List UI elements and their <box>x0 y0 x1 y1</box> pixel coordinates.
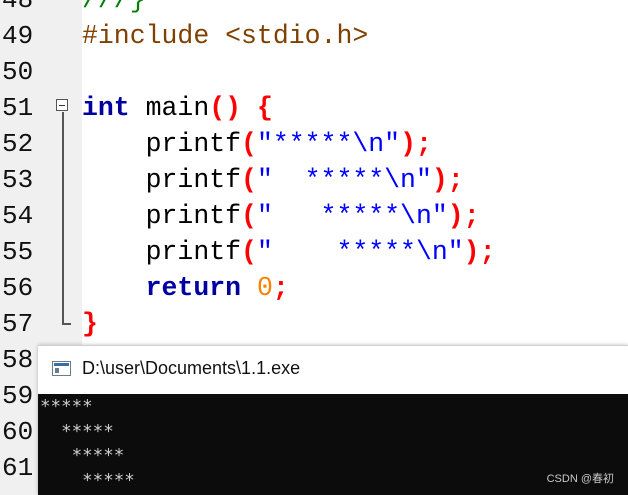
code-token-default: printf <box>82 129 242 159</box>
code-token-default: printf <box>82 165 242 195</box>
code-line[interactable]: ///} <box>82 0 146 18</box>
code-token-preproc: #include <stdio.h> <box>82 21 369 51</box>
code-line[interactable]: } <box>82 306 98 342</box>
console-titlebar[interactable]: D:\user\Documents\1.1.exe <box>38 345 628 394</box>
code-token-brace: ( <box>241 165 257 195</box>
code-token-default <box>82 273 146 303</box>
code-token-brace: ) <box>431 165 448 195</box>
line-number: 52 <box>2 129 34 159</box>
code-token-brace: ) <box>447 201 464 231</box>
line-number: 48 <box>2 0 34 15</box>
code-token-string: " *****\n" <box>256 201 448 231</box>
fold-guide-end <box>62 323 71 325</box>
window-title: D:\user\Documents\1.1.exe <box>82 358 301 378</box>
line-number: 54 <box>2 201 34 231</box>
code-token-number: 0 <box>256 273 273 303</box>
code-token-default <box>241 273 257 303</box>
line-number: 57 <box>2 309 34 339</box>
console-output: ***** ***** ***** ***** <box>40 395 626 493</box>
line-number: 49 <box>2 21 34 51</box>
code-token-comment: ///} <box>82 0 146 15</box>
code-token-default <box>241 93 257 123</box>
code-token-keyword: return <box>145 273 242 303</box>
code-token-brace: { <box>256 93 273 123</box>
code-line[interactable]: printf(" *****\n"); <box>82 234 496 270</box>
line-number: 56 <box>2 273 34 303</box>
code-token-brace: ( <box>241 237 257 267</box>
code-token-brace: () <box>209 93 242 123</box>
code-line[interactable]: return 0; <box>82 270 289 306</box>
console-window[interactable]: D:\user\Documents\1.1.exe ***** ***** **… <box>38 345 628 495</box>
code-line[interactable]: printf(" *****\n"); <box>82 198 480 234</box>
code-token-default: printf <box>82 201 242 231</box>
console-output-line: ***** <box>40 470 135 491</box>
line-number: 51 <box>2 93 34 123</box>
code-token-brace: ( <box>241 129 257 159</box>
console-output-line: ***** <box>40 421 114 442</box>
code-line[interactable]: printf(" *****\n"); <box>82 162 464 198</box>
code-line[interactable]: int main() { <box>82 90 273 126</box>
console-app-icon <box>52 361 71 376</box>
code-line[interactable]: printf("*****\n"); <box>82 126 432 162</box>
code-token-brace: ) <box>463 237 480 267</box>
code-token-keyword: int <box>82 93 130 123</box>
code-token-operator: ; <box>447 165 464 195</box>
code-token-string: " *****\n" <box>256 237 464 267</box>
code-token-brace: ( <box>241 201 257 231</box>
code-token-default: main <box>129 93 210 123</box>
code-token-operator: ; <box>415 129 432 159</box>
code-token-brace: } <box>82 309 98 339</box>
code-token-string: " *****\n" <box>256 165 432 195</box>
line-number: 53 <box>2 165 34 195</box>
code-token-operator: ; <box>479 237 496 267</box>
line-number: 50 <box>2 57 34 87</box>
code-token-operator: ; <box>463 201 480 231</box>
fold-guide-line <box>62 112 64 324</box>
code-token-default: printf <box>82 237 242 267</box>
code-token-operator: ; <box>272 273 289 303</box>
console-output-line: ***** <box>40 446 125 466</box>
code-token-string: "*****\n" <box>256 129 401 159</box>
code-line[interactable]: #include <stdio.h> <box>82 18 368 54</box>
console-output-line: ***** <box>40 397 93 417</box>
fold-toggle-icon[interactable] <box>56 99 68 111</box>
watermark: CSDN @春初 <box>546 473 614 485</box>
line-number: 55 <box>2 237 34 267</box>
code-token-brace: ) <box>400 129 416 159</box>
